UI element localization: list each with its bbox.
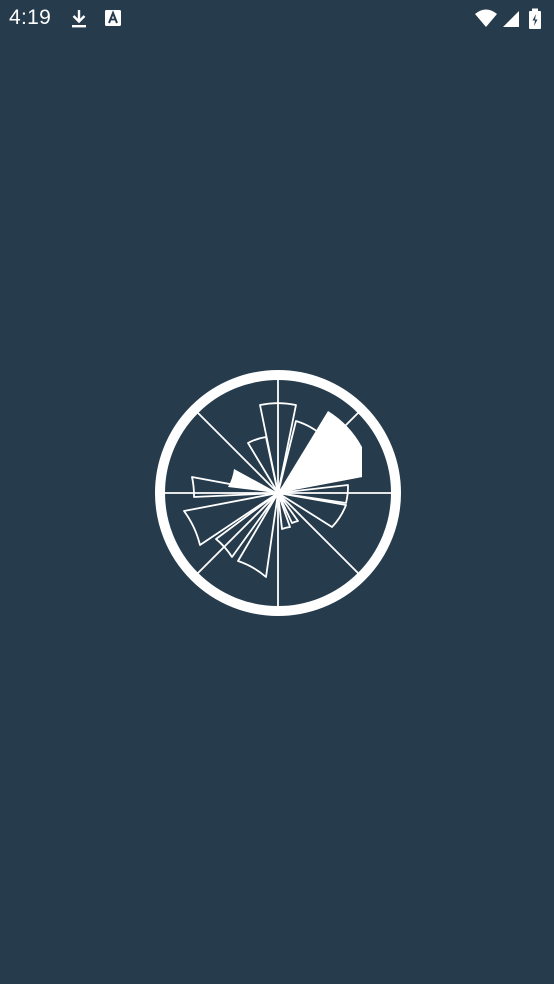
wind-rose-logo-icon bbox=[154, 369, 402, 617]
battery-charging-icon bbox=[528, 8, 542, 35]
splash-screen: 4:19 bbox=[0, 0, 554, 984]
status-bar: 4:19 bbox=[0, 0, 554, 38]
text-a-icon bbox=[104, 8, 122, 35]
cell-signal-icon bbox=[502, 8, 520, 35]
status-time: 4:19 bbox=[9, 6, 52, 29]
download-icon bbox=[70, 8, 88, 35]
wifi-icon bbox=[474, 8, 498, 35]
